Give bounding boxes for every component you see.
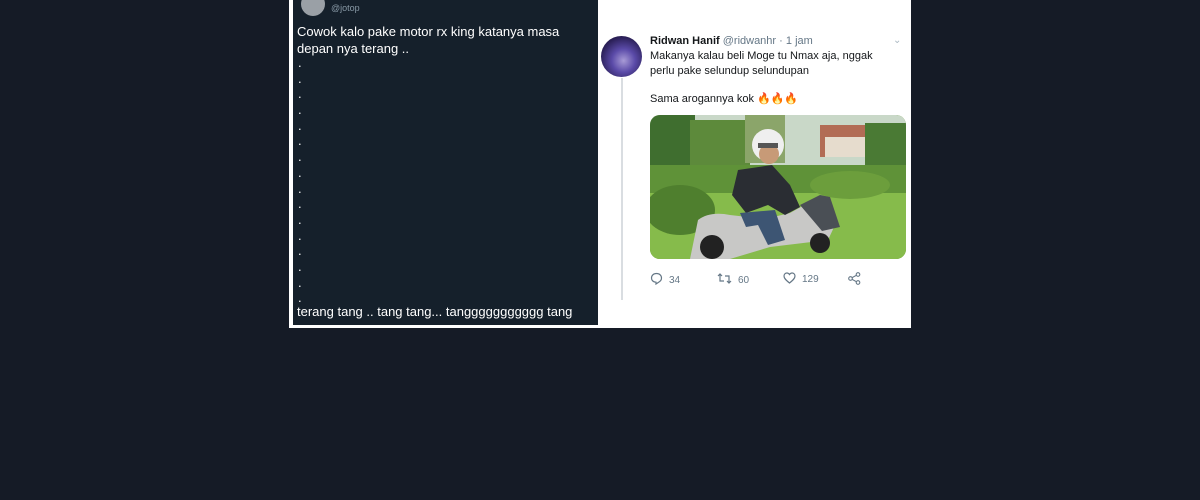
- username[interactable]: @jotop: [331, 3, 360, 13]
- tweet-text: Makanya kalau beli Moge tu Nmax aja, ngg…: [650, 50, 873, 77]
- dot-line: .: [298, 243, 302, 259]
- display-name[interactable]: Ridwan Hanif: [650, 35, 720, 47]
- dot-line: .: [298, 55, 302, 70]
- reply-button[interactable]: 34: [650, 272, 680, 288]
- dot-line: .: [298, 258, 302, 274]
- retweet-count: 60: [738, 274, 750, 286]
- share-button[interactable]: [848, 272, 867, 288]
- left-tweet: @jotop Cowok kalo pake motor rx king kat…: [293, 0, 598, 325]
- avatar[interactable]: [601, 36, 642, 77]
- reply-icon: [650, 272, 663, 288]
- dot-line: .: [298, 117, 302, 133]
- dot-list: . . . . . . . . . . . . . . . .: [298, 55, 308, 306]
- dot-line: .: [298, 149, 302, 165]
- retweet-button[interactable]: 60: [717, 272, 749, 288]
- avatar[interactable]: [301, 0, 325, 16]
- right-tweet: Ridwan Hanif @ridwanhr · 1 jam ⌄ Makanya…: [599, 0, 911, 328]
- retweet-icon: [717, 272, 732, 288]
- username[interactable]: @ridwanhr: [723, 35, 776, 47]
- tweet-collage: @jotop Cowok kalo pake motor rx king kat…: [289, 0, 911, 328]
- dot-line: .: [298, 211, 302, 227]
- dot-line: .: [298, 180, 302, 196]
- tweet-header: Ridwan Hanif @ridwanhr · 1 jam: [650, 35, 813, 47]
- tweet-last-line: terang tang .. tang tang... tanggggggggg…: [297, 304, 573, 319]
- dot-line: .: [298, 86, 302, 102]
- tweet-photo[interactable]: [650, 115, 906, 259]
- dot-line: .: [298, 102, 302, 118]
- chevron-down-icon[interactable]: ⌄: [893, 35, 901, 46]
- dot-line: .: [298, 196, 302, 212]
- dot-line: .: [298, 164, 302, 180]
- tweet-text: Cowok kalo pake motor rx king katanya ma…: [297, 24, 560, 56]
- dot-line: .: [298, 70, 302, 86]
- like-count: 129: [802, 274, 819, 285]
- dot-line: .: [298, 227, 302, 243]
- reply-count: 34: [669, 274, 681, 286]
- share-icon: [848, 272, 861, 288]
- tweet-text-line2: Sama arogannya kok 🔥🔥🔥: [650, 93, 799, 105]
- separator: ·: [779, 35, 783, 47]
- dot-line: .: [298, 133, 302, 149]
- dot-line: .: [298, 274, 302, 290]
- like-button[interactable]: 129: [783, 272, 819, 287]
- heart-icon: [783, 272, 796, 287]
- timestamp[interactable]: 1 jam: [786, 35, 813, 47]
- thread-line: [621, 78, 623, 300]
- tweet-actions: 34 60 129: [650, 272, 900, 288]
- scooter-photo-image: [650, 115, 906, 259]
